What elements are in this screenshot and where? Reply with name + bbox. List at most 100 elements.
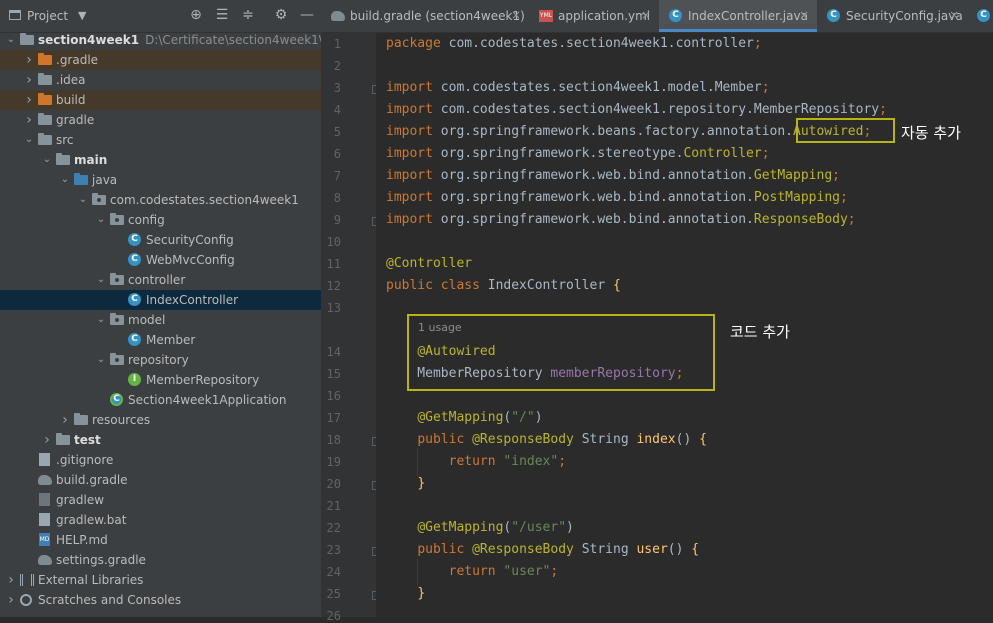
tree-item-webmvcconfig[interactable]: C WebMvcConfig [0, 250, 321, 270]
chevron-right-icon[interactable]: › [24, 53, 34, 67]
close-icon[interactable]: × [949, 8, 959, 22]
tree-item-gradle[interactable]: › gradle [0, 110, 321, 130]
tab-overflow[interactable]: C [967, 0, 993, 32]
crosshair-icon[interactable]: ⊕ [188, 7, 204, 23]
gear-icon[interactable]: ⚙ [273, 7, 289, 23]
tree-item-idea[interactable]: › .idea [0, 70, 321, 90]
tree-item-external-libraries[interactable]: › External Libraries [0, 570, 321, 590]
tree-item-help-md[interactable]: MD HELP.md [0, 530, 321, 550]
minimize-icon[interactable]: — [299, 7, 315, 23]
line-number[interactable]: 11 [321, 257, 341, 271]
line-number[interactable]: 4 [321, 103, 341, 117]
tree-item-com-codestates-section4week1[interactable]: ⌄ com.codestates.section4week1 [0, 190, 321, 210]
tree-item-indexcontroller[interactable]: C IndexController [0, 290, 321, 310]
tree-item-model[interactable]: ⌄ model [0, 310, 321, 330]
line-number[interactable]: 22 [321, 521, 341, 535]
folder-icon [56, 153, 70, 167]
chevron-down-icon[interactable]: ⌄ [42, 153, 52, 167]
close-icon[interactable]: × [511, 8, 521, 22]
chevron-down-icon[interactable]: ⌄ [60, 173, 70, 187]
code-line-9: import org.springframework.web.bind.anno… [386, 212, 856, 227]
interface-icon: I [128, 373, 142, 387]
tree-item-controller[interactable]: ⌄ controller [0, 270, 321, 290]
tree-item-section4week1application[interactable]: C Section4week1Application [0, 390, 321, 410]
tree-item-gradle[interactable]: › .gradle [0, 50, 321, 70]
line-number[interactable]: 13 [321, 301, 341, 315]
line-number[interactable]: 23 [321, 543, 341, 557]
tree-item-gitignore[interactable]: .gitignore [0, 450, 321, 470]
tree-item-build-gradle[interactable]: build.gradle [0, 470, 321, 490]
tree-item-java[interactable]: ⌄ java [0, 170, 321, 190]
chevron-right-icon[interactable]: › [6, 593, 16, 607]
package-icon [110, 273, 124, 287]
line-number[interactable]: 26 [321, 609, 341, 623]
code-line-19: return "index"; [448, 454, 567, 469]
line-number[interactable]: 16 [321, 389, 341, 403]
line-number[interactable]: 14 [321, 345, 341, 359]
chevron-down-icon[interactable]: ⌄ [6, 33, 16, 47]
chevron-down-icon[interactable]: ⌄ [96, 353, 106, 367]
line-number[interactable]: 25 [321, 587, 341, 601]
line-number[interactable]: 15 [321, 367, 341, 381]
tree-item-config[interactable]: ⌄ config [0, 210, 321, 230]
code-editor[interactable]: 자동 추가 코드 추가 1 usage package com.codestat… [376, 33, 993, 617]
line-number[interactable]: 24 [321, 565, 341, 579]
tree-item-gradlew[interactable]: gradlew [0, 490, 321, 510]
chevron-down-icon[interactable]: ⌄ [96, 313, 106, 327]
chevron-down-icon[interactable]: ⌄ [24, 133, 34, 147]
line-number[interactable]: 19 [321, 455, 341, 469]
project-panel-title[interactable]: Project [27, 9, 68, 23]
tree-item-resources[interactable]: › resources [0, 410, 321, 430]
tree-item-securityconfig[interactable]: C SecurityConfig [0, 230, 321, 250]
chevron-down-icon[interactable]: ▼ [78, 9, 86, 22]
line-number[interactable]: 10 [321, 235, 341, 249]
chevron-down-icon[interactable]: ⌄ [96, 273, 106, 287]
tree-item-scratches-and-consoles[interactable]: › Scratches and Consoles [0, 590, 321, 610]
line-number[interactable]: 8 [321, 191, 341, 205]
chevron-right-icon[interactable]: › [24, 113, 34, 127]
line-number[interactable]: 18 [321, 433, 341, 447]
tab-indexcontroller-java[interactable]: C IndexController.java × [659, 0, 817, 32]
chevron-right-icon[interactable]: › [6, 573, 16, 587]
close-icon[interactable]: × [799, 8, 809, 22]
line-number[interactable]: 6 [321, 147, 341, 161]
chevron-down-icon[interactable]: ⌄ [78, 193, 88, 207]
tree-item-label: WebMvcConfig [146, 253, 235, 267]
chevron-down-icon[interactable]: ⌄ [96, 213, 106, 227]
expand-all-icon[interactable]: ☰ [214, 7, 230, 23]
tree-item-build[interactable]: › build [0, 90, 321, 110]
chevron-right-icon[interactable]: › [42, 433, 52, 447]
tab-securityconfig-java[interactable]: C SecurityConfig.java × [817, 0, 967, 32]
line-number[interactable]: 2 [321, 59, 341, 73]
line-number[interactable]: 12 [321, 279, 341, 293]
line-number[interactable]: 20 [321, 477, 341, 491]
tree-item-settings-gradle[interactable]: settings.gradle [0, 550, 321, 570]
chevron-right-icon[interactable]: › [24, 73, 34, 87]
tree-item-src[interactable]: ⌄ src [0, 130, 321, 150]
tree-item-member[interactable]: C Member [0, 330, 321, 350]
line-number[interactable]: 5 [321, 125, 341, 139]
chevron-right-icon[interactable]: › [24, 93, 34, 107]
scratch-icon [20, 593, 34, 607]
line-number[interactable]: 17 [321, 411, 341, 425]
tree-item-section4week1[interactable]: ⌄ section4week1 D:\Certificate\section4wee… [0, 30, 321, 50]
line-number[interactable]: 9 [321, 213, 341, 227]
usage-hint[interactable]: 1 usage [418, 321, 462, 334]
tree-item-label: controller [128, 273, 186, 287]
tree-item-repository[interactable]: ⌄ repository [0, 350, 321, 370]
line-number[interactable]: 3 [321, 81, 341, 95]
line-number[interactable]: 7 [321, 169, 341, 183]
tree-item-gradlew-bat[interactable]: gradlew.bat [0, 510, 321, 530]
tab-build-gradle-section4week1[interactable]: build.gradle (section4week1) × [321, 0, 529, 32]
chevron-right-icon[interactable]: › [60, 413, 70, 427]
tree-item-main[interactable]: ⌄ main [0, 150, 321, 170]
code-line-4: import com.codestates.section4week1.repo… [386, 102, 887, 117]
line-number[interactable]: 1 [321, 37, 341, 51]
collapse-all-icon[interactable]: ≑ [240, 7, 256, 23]
tab-label: build.gradle (section4week1) [350, 9, 525, 23]
line-number[interactable]: 21 [321, 499, 341, 513]
close-icon[interactable]: × [641, 8, 651, 22]
tree-item-test[interactable]: › test [0, 430, 321, 450]
tree-item-memberrepository[interactable]: I MemberRepository [0, 370, 321, 390]
tab-application-yml[interactable]: YML application.yml × [529, 0, 659, 32]
